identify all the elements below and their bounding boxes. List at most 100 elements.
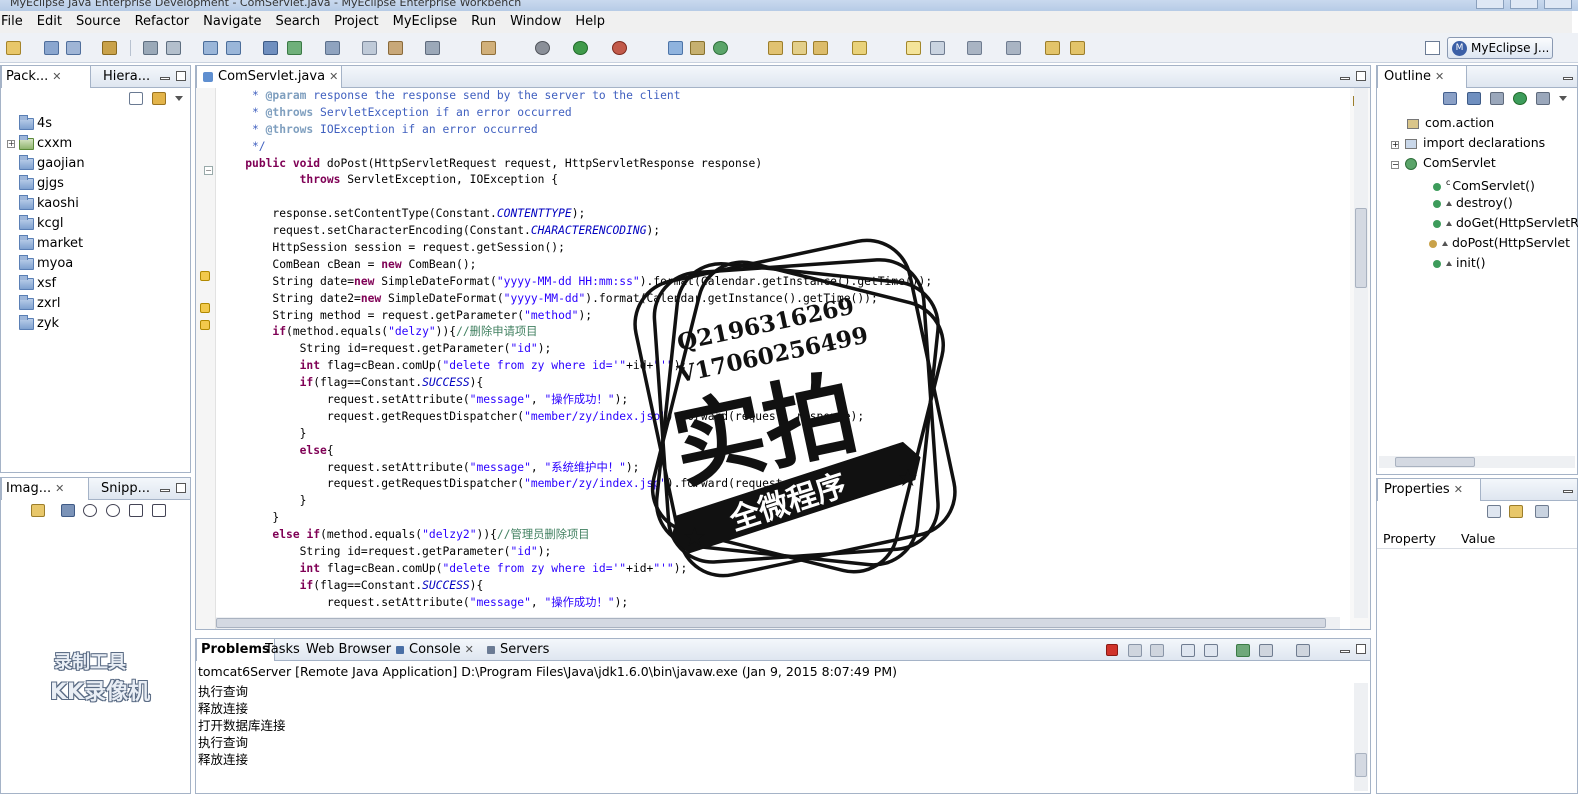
image-editor-icon[interactable] [425,41,440,55]
actual-size-icon[interactable] [129,504,143,517]
menu-run[interactable]: Run [464,11,503,33]
collapse-all-icon[interactable] [129,92,143,105]
open-type-icon[interactable] [263,41,278,55]
task-icon[interactable] [481,41,496,55]
new-icon[interactable] [6,41,21,55]
new-package-icon[interactable] [690,41,705,55]
outline-item-package[interactable]: com.action [1407,113,1494,133]
prev-annotation-icon[interactable] [1006,41,1021,55]
minimize-icon[interactable] [160,77,170,80]
new-java-project-icon[interactable] [668,41,683,55]
menu-file[interactable]: File [0,11,30,33]
view-menu-icon[interactable] [175,96,183,101]
tree-item-project[interactable]: myoa [7,254,85,274]
tab-package-explorer[interactable]: Pack... ✕ [1,66,91,88]
hand-tool-icon[interactable] [31,504,45,517]
open-console-icon[interactable] [1296,644,1310,657]
hide-nonpublic-icon[interactable] [1513,92,1527,105]
tab-hierarchy[interactable]: Hiera... [99,66,154,88]
database-icon[interactable] [325,41,340,55]
tab-web-browser[interactable]: Web Browser [302,639,395,661]
warning-marker-icon[interactable] [200,271,210,281]
close-icon[interactable]: ✕ [55,482,64,495]
tab-console[interactable]: Console ✕ [392,639,478,661]
maximize-icon[interactable] [1356,71,1366,81]
show-whitespace-icon[interactable] [930,41,945,55]
run-icon[interactable] [573,41,588,55]
toggle-mark-occurrences-icon[interactable] [906,41,921,55]
minimize-icon[interactable] [1340,650,1350,653]
tab-outline[interactable]: Outline ✕ [1377,66,1467,88]
close-icon[interactable]: ✕ [329,70,338,83]
outline-item-imports[interactable]: + import declarations [1391,133,1545,153]
tab-servers[interactable]: Servers [483,639,553,661]
web-project-icon[interactable] [203,41,218,55]
hibernate-icon[interactable] [388,41,403,55]
tree-item-project[interactable]: 4s [7,114,85,134]
scroll-thumb[interactable] [216,618,1326,628]
scroll-thumb[interactable] [1395,457,1475,467]
editor-vertical-scrollbar[interactable] [1354,88,1368,618]
console-output[interactable]: 执行查询 释放连接 打开数据库连接 执行查询 释放连接 [196,683,1350,768]
collapse-icon[interactable]: − [1391,161,1399,169]
restore-default-icon[interactable] [1535,505,1549,518]
pin-console-icon[interactable] [1236,644,1250,657]
outline-item-method[interactable]: doGet(HttpServletR [1433,213,1578,233]
tree-item-project[interactable]: gaojian [7,154,85,174]
outline-horizontal-scrollbar[interactable] [1379,456,1575,468]
forward-icon[interactable] [1070,41,1085,55]
minimize-icon[interactable] [1563,490,1573,493]
menu-myeclipse[interactable]: MyEclipse [386,11,465,33]
remove-all-icon[interactable] [1150,644,1164,657]
expand-icon[interactable]: + [1391,141,1399,149]
hide-local-types-icon[interactable] [1536,92,1550,105]
search-icon[interactable] [813,41,828,55]
tree-item-project[interactable]: + cxxm [7,134,85,154]
outline-item-method[interactable]: destroy() [1433,193,1513,213]
close-icon[interactable]: ✕ [1454,483,1463,496]
outline-item-method[interactable]: c ComServlet() [1433,173,1535,193]
hide-fields-icon[interactable] [1467,92,1481,105]
edit-icon[interactable] [792,41,807,55]
tree-item-project[interactable]: xsf [7,274,85,294]
open-perspective-icon[interactable] [1425,41,1440,55]
menu-project[interactable]: Project [327,11,385,33]
tree-item-project[interactable]: kaoshi [7,194,85,214]
show-advanced-icon[interactable] [1509,505,1523,518]
server-deploy-icon[interactable] [143,41,158,55]
annotation-icon[interactable] [852,41,867,55]
new-class-icon[interactable] [713,41,728,55]
open-resource-icon[interactable] [287,41,302,55]
tab-properties[interactable]: Properties ✕ [1377,479,1481,501]
minimize-icon[interactable] [160,489,170,492]
menu-source[interactable]: Source [69,11,128,33]
editor-horizontal-scrollbar[interactable] [216,617,1340,629]
tab-comservlet-java[interactable]: ComServlet.java ✕ [196,66,342,88]
close-icon[interactable]: ✕ [1435,70,1444,83]
zoom-in-icon[interactable] [106,504,120,517]
save-icon[interactable] [44,41,59,55]
fit-icon[interactable] [61,504,75,517]
zoom-out-icon[interactable] [83,504,97,517]
maximize-icon[interactable] [1356,644,1366,654]
link-with-editor-icon[interactable] [152,92,166,105]
web-search-icon[interactable] [226,41,241,55]
display-console-icon[interactable] [1259,644,1273,657]
tab-tasks[interactable]: Tasks [261,639,304,661]
scroll-thumb[interactable] [1355,753,1367,777]
rotate-icon[interactable] [152,504,166,517]
code-text[interactable]: * @param response the response send by t… [218,88,1348,615]
maximize-icon[interactable] [176,483,186,493]
browser-icon[interactable] [362,41,377,55]
menu-window[interactable]: Window [503,11,568,33]
tree-item-project[interactable]: gjgs [7,174,85,194]
open-folder-icon[interactable] [768,41,783,55]
debug-icon[interactable] [535,41,550,55]
minimize-icon[interactable] [1340,77,1350,80]
outline-item-method[interactable]: init() [1433,253,1486,273]
console-vertical-scrollbar[interactable] [1354,683,1368,791]
terminate-icon[interactable] [1106,644,1118,656]
menu-navigate[interactable]: Navigate [196,11,268,33]
save-all-icon[interactable] [66,41,81,55]
close-window-button[interactable] [1544,0,1572,9]
